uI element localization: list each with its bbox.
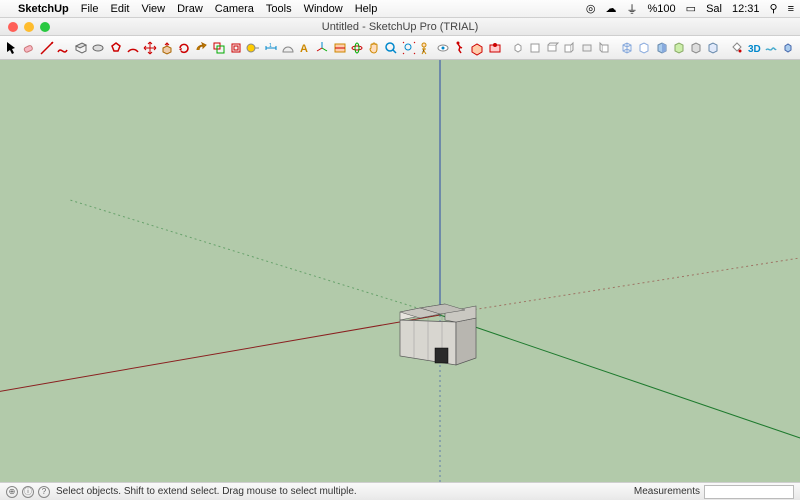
rectangle-tool[interactable] [73,38,89,58]
view-top[interactable] [527,38,543,58]
credits-icon[interactable]: ⓘ [22,486,34,498]
cloud-icon[interactable]: ☁ [606,2,617,15]
view-back[interactable] [579,38,595,58]
style-shaded[interactable] [653,38,669,58]
3d-viewport[interactable] [0,60,800,482]
menu-camera[interactable]: Camera [215,3,254,15]
style-wireframe[interactable] [619,38,635,58]
view-left[interactable] [596,38,612,58]
svg-text:3D: 3D [748,44,761,55]
3d-warehouse-tool[interactable] [469,38,485,58]
style-hiddenline[interactable] [636,38,652,58]
followme-tool[interactable] [194,38,210,58]
battery-indicator[interactable]: %100 [648,3,676,15]
orbit-tool[interactable] [349,38,365,58]
scale-tool[interactable] [211,38,227,58]
offset-tool[interactable] [228,38,244,58]
menu-window[interactable]: Window [304,3,343,15]
line-tool[interactable] [38,38,54,58]
3d-text-tool[interactable]: 3D [745,38,761,58]
battery-icon: ▭ [686,2,696,15]
menu-extra-icon[interactable]: ≡ [788,3,794,15]
wifi-icon[interactable]: ⏚ [627,1,638,17]
circle-tool[interactable] [90,38,106,58]
tape-tool[interactable] [245,38,261,58]
walk-tool[interactable] [452,38,468,58]
select-tool[interactable] [4,38,20,58]
status-bar: ⊕ ⓘ ? Select objects. Shift to extend se… [0,482,800,500]
main-toolbar: 1 A 3D [0,36,800,60]
menu-file[interactable]: File [81,3,99,15]
polygon-tool[interactable] [107,38,123,58]
svg-text:A: A [300,43,308,55]
style-xray[interactable] [705,38,721,58]
paint-bucket-tool[interactable] [728,38,744,58]
menu-draw[interactable]: Draw [177,3,203,15]
measurements-input[interactable] [704,485,794,499]
style-monochrome[interactable] [688,38,704,58]
clock-time[interactable]: 12:31 [732,3,760,15]
view-right[interactable] [561,38,577,58]
components-tool[interactable] [780,38,796,58]
geo-location-icon[interactable]: ⊕ [6,486,18,498]
move-tool[interactable] [142,38,158,58]
menu-edit[interactable]: Edit [110,3,129,15]
view-iso[interactable] [510,38,526,58]
clock-day[interactable]: Sal [706,3,722,15]
style-shaded-textures[interactable] [671,38,687,58]
eraser-tool[interactable] [21,38,37,58]
text-tool[interactable]: A [297,38,313,58]
pan-tool[interactable] [366,38,382,58]
measurements-label: Measurements [634,486,700,497]
look-around-tool[interactable] [435,38,451,58]
menu-view[interactable]: View [141,3,165,15]
zoom-tool[interactable] [383,38,399,58]
sign-in-icon[interactable]: ? [38,486,50,498]
axes-tool[interactable] [314,38,330,58]
zoom-extents-tool[interactable] [400,38,416,58]
section-tool[interactable] [331,38,347,58]
building-component [400,304,476,365]
window-title: Untitled - SketchUp Pro (TRIAL) [0,21,800,33]
dimension-tool[interactable]: 1 [263,38,279,58]
toggle-icon[interactable]: ◎ [586,2,596,15]
macos-menubar: SketchUp File Edit View Draw Camera Tool… [0,0,800,18]
extension-warehouse-tool[interactable] [487,38,503,58]
protractor-tool[interactable] [280,38,296,58]
rotate-tool[interactable] [176,38,192,58]
search-icon[interactable]: ⚲ [770,2,778,15]
view-front[interactable] [544,38,560,58]
arc-tool[interactable] [125,38,141,58]
app-menu[interactable]: SketchUp [18,3,69,15]
sandbox-tool[interactable] [763,38,779,58]
freehand-tool[interactable] [56,38,72,58]
status-hint: Select objects. Shift to extend select. … [56,486,357,497]
menu-help[interactable]: Help [355,3,378,15]
window-titlebar: Untitled - SketchUp Pro (TRIAL) [0,18,800,36]
position-camera-tool[interactable] [418,38,434,58]
svg-text:1: 1 [269,43,272,49]
pushpull-tool[interactable] [159,38,175,58]
menu-tools[interactable]: Tools [266,3,292,15]
